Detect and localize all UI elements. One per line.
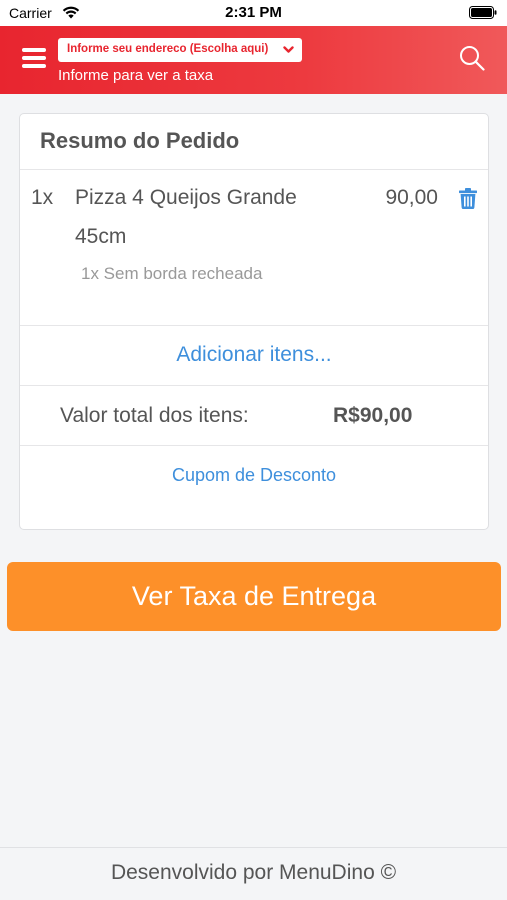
item-option: 1x Sem borda recheada <box>81 264 263 283</box>
address-select-label: Informe seu endereco (Escolha aqui) <box>67 43 269 55</box>
total-label: Valor total dos itens: <box>60 404 249 427</box>
battery-icon <box>469 6 497 19</box>
card-title: Resumo do Pedido <box>40 128 240 153</box>
header-subtitle: Informe para ver a taxa <box>58 67 214 84</box>
status-bar: Carrier 2:31 PM <box>0 0 507 26</box>
order-summary-card: Resumo do Pedido 1x Pizza 4 Queijos Gran… <box>19 113 489 530</box>
delivery-fee-button[interactable]: Ver Taxa de Entrega <box>7 562 501 631</box>
hamburger-menu-icon[interactable] <box>22 48 46 68</box>
trash-icon[interactable] <box>459 188 477 209</box>
item-price: 90,00 <box>385 186 438 209</box>
footer-text: Desenvolvido por MenuDino © <box>110 861 397 884</box>
item-quantity: 1x <box>31 186 54 209</box>
search-icon[interactable] <box>459 45 485 71</box>
app-header: Informe seu endereco (Escolha aqui) Info… <box>0 26 507 94</box>
divider <box>20 169 488 170</box>
footer: Desenvolvido por MenuDino © <box>0 847 507 900</box>
total-value: R$90,00 <box>333 404 413 427</box>
item-name: Pizza 4 Queijos Grande 45cm <box>75 186 297 248</box>
coupon-link[interactable]: Cupom de Desconto <box>20 465 488 486</box>
status-time: 2:31 PM <box>225 4 282 21</box>
add-items-link[interactable]: Adicionar itens... <box>20 343 488 367</box>
divider <box>20 325 488 326</box>
address-select[interactable]: Informe seu endereco (Escolha aqui) <box>58 38 302 62</box>
divider <box>20 385 488 386</box>
chevron-down-icon <box>283 46 294 53</box>
divider <box>20 445 488 446</box>
